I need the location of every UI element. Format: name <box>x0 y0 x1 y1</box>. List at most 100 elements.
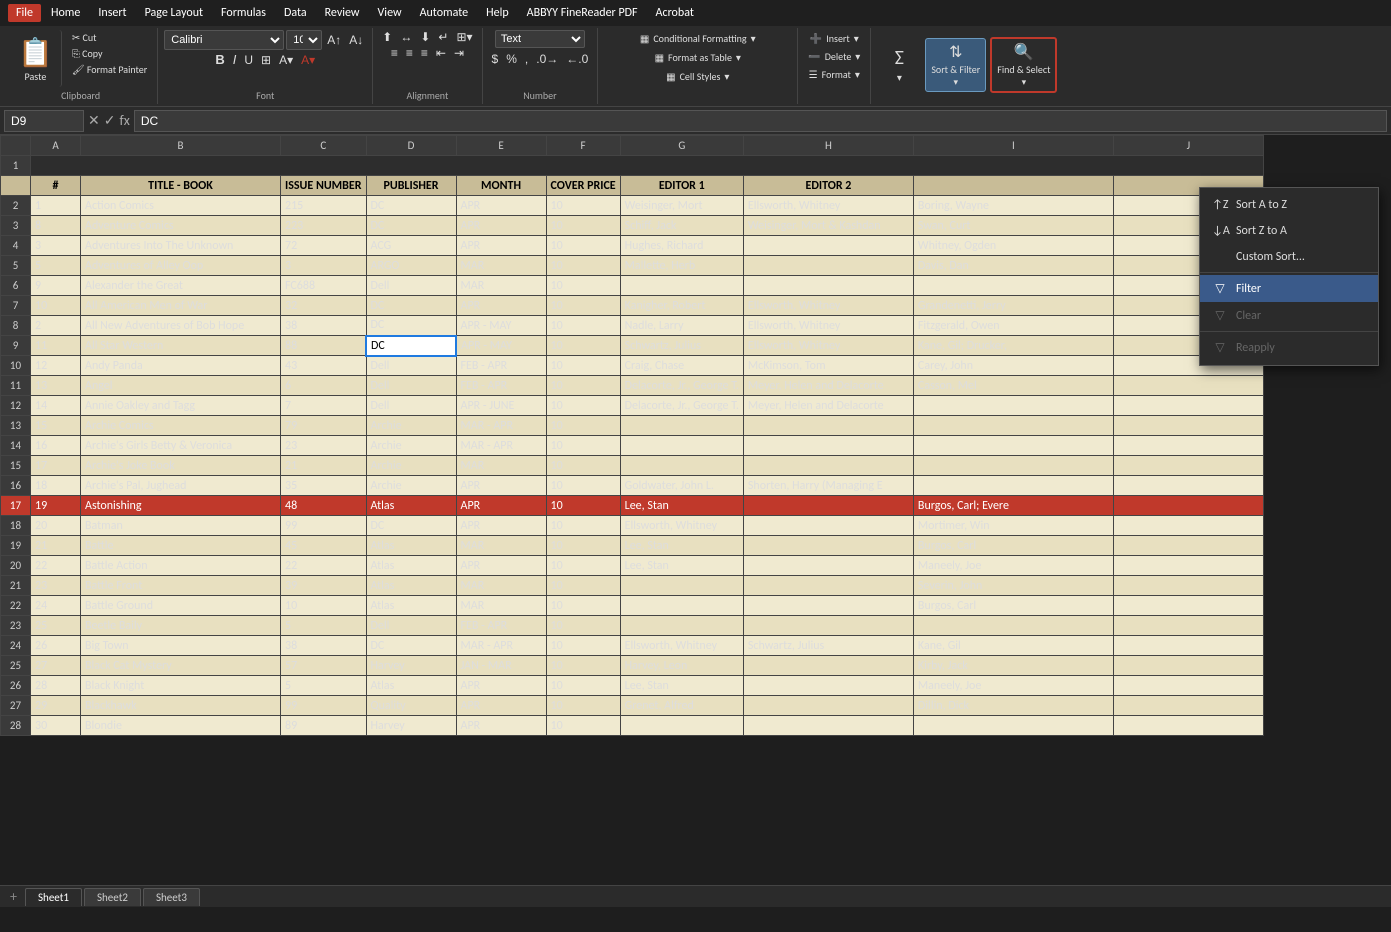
italic-button[interactable]: I <box>230 52 240 67</box>
cell[interactable]: Burgos, Carl; Evere <box>913 496 1113 516</box>
cell[interactable]: MAR - APR <box>456 436 546 456</box>
cell[interactable]: Atlas <box>366 596 456 616</box>
cell[interactable] <box>1113 596 1263 616</box>
cell[interactable]: Action Comics <box>81 196 281 216</box>
align-left-button[interactable]: ≡ <box>388 46 401 60</box>
cell[interactable]: Atlas <box>366 676 456 696</box>
cell[interactable]: APR - JUNE <box>456 396 546 416</box>
cell[interactable] <box>743 556 913 576</box>
cell[interactable]: 88 <box>281 336 367 356</box>
cell[interactable]: FEB - APR <box>456 616 546 636</box>
cell[interactable] <box>620 576 743 596</box>
cell[interactable]: APR - MAY <box>456 336 546 356</box>
menu-help[interactable]: Help <box>478 4 517 22</box>
find-select-button[interactable]: 🔍 Find & Select ▾ <box>990 37 1057 93</box>
cell[interactable]: Archie's Girls Betty & Veronica <box>81 436 281 456</box>
cell[interactable]: Schiff, Jack <box>620 216 743 236</box>
cell[interactable]: 17 <box>31 456 81 476</box>
cell[interactable] <box>743 576 913 596</box>
cell[interactable]: Swan, Curt <box>913 216 1113 236</box>
cell[interactable]: 5 <box>281 616 367 636</box>
cell[interactable]: Blondie <box>81 716 281 736</box>
cell[interactable] <box>1113 436 1263 456</box>
cell[interactable]: DC <box>366 196 456 216</box>
cell[interactable]: Dell <box>366 376 456 396</box>
cell[interactable]: 10 <box>546 396 620 416</box>
cell[interactable]: FEB - APR <box>456 376 546 396</box>
cell[interactable]: MAR <box>456 536 546 556</box>
format-button[interactable]: ☰ Format ▾ <box>805 66 864 83</box>
cell[interactable]: McKimson, Tom <box>743 356 913 376</box>
cell[interactable]: 21 <box>281 456 367 476</box>
cell[interactable]: Harvey <box>366 716 456 736</box>
format-as-table-button[interactable]: ▦ Format as Table ▾ <box>636 49 760 66</box>
menu-automate[interactable]: Automate <box>412 4 477 22</box>
cell[interactable]: DC <box>366 636 456 656</box>
cut-button[interactable]: ✂ Cut <box>68 30 151 45</box>
cell[interactable]: FC688 <box>281 276 367 296</box>
cell[interactable]: 28 <box>31 676 81 696</box>
cell[interactable]: Annie Oakley and Tagg <box>81 396 281 416</box>
cell[interactable]: 10 <box>546 196 620 216</box>
cell[interactable]: Carey, John <box>913 356 1113 376</box>
cell[interactable]: Hughes, Richard <box>620 236 743 256</box>
cell[interactable] <box>743 456 913 476</box>
cell[interactable] <box>913 396 1113 416</box>
cell[interactable]: 13 <box>31 376 81 396</box>
cell[interactable] <box>743 596 913 616</box>
cell[interactable]: DC <box>366 316 456 336</box>
cell[interactable]: 5 <box>31 256 81 276</box>
cell[interactable]: Lee, Stan <box>620 556 743 576</box>
cell[interactable]: Battle <box>81 536 281 556</box>
cell[interactable]: Black Cat Mystery <box>81 656 281 676</box>
cell[interactable]: 57 <box>281 656 367 676</box>
insert-function-icon[interactable]: fx <box>119 112 129 129</box>
cell[interactable]: 10 <box>31 296 81 316</box>
cell[interactable] <box>743 656 913 676</box>
cell[interactable]: Angel <box>81 376 281 396</box>
delete-button[interactable]: ➖ Delete ▾ <box>804 48 864 65</box>
sheet-scroll[interactable]: A B C D E F G H I J 1 <box>0 135 1391 885</box>
cell[interactable]: Quality <box>366 696 456 716</box>
menu-review[interactable]: Review <box>317 4 368 22</box>
cell-styles-button[interactable]: ▦ Cell Styles ▾ <box>636 68 760 85</box>
cell[interactable] <box>743 236 913 256</box>
cell[interactable]: Boring, Wayne <box>913 196 1113 216</box>
cell[interactable]: 10 <box>546 616 620 636</box>
border-button[interactable]: ⊞ <box>258 53 274 67</box>
cell[interactable]: APR <box>456 496 546 516</box>
cell[interactable] <box>913 716 1113 736</box>
cell[interactable]: 79 <box>281 416 367 436</box>
cell[interactable]: Maneely, Joe <box>913 676 1113 696</box>
insert-button[interactable]: ➕ Insert ▾ <box>806 30 863 47</box>
cell[interactable]: 21 <box>31 536 81 556</box>
sheet-tab-1[interactable]: Sheet1 <box>25 888 82 906</box>
col-publisher[interactable]: PUBLISHER <box>366 176 456 196</box>
cell[interactable]: Astonishing <box>81 496 281 516</box>
currency-button[interactable]: $ <box>489 52 502 66</box>
cell[interactable]: APR <box>456 476 546 496</box>
menu-view[interactable]: View <box>370 4 410 22</box>
cell[interactable] <box>1113 376 1263 396</box>
cell[interactable]: MAR - APR <box>456 416 546 436</box>
cell[interactable]: Maneely, Joe <box>913 556 1113 576</box>
cell[interactable]: MAR <box>456 456 546 476</box>
cell[interactable]: Andy Panda <box>81 356 281 376</box>
cell[interactable]: APR <box>456 216 546 236</box>
decrease-indent-button[interactable]: ⇤ <box>433 46 449 60</box>
cell[interactable]: Harvey <box>366 656 456 676</box>
cell[interactable]: 12 <box>31 356 81 376</box>
cell[interactable]: APR <box>456 516 546 536</box>
cell[interactable]: Goldwater, John L. <box>620 476 743 496</box>
cell[interactable] <box>620 416 743 436</box>
cell[interactable] <box>743 616 913 636</box>
cell[interactable] <box>913 616 1113 636</box>
cell[interactable]: APR <box>456 716 546 736</box>
cell[interactable]: 48 <box>281 496 367 516</box>
cell[interactable]: 10 <box>546 516 620 536</box>
cell[interactable]: DC <box>366 216 456 236</box>
cell[interactable]: APR - MAY <box>456 316 546 336</box>
increase-indent-button[interactable]: ⇥ <box>451 46 467 60</box>
cell[interactable] <box>620 276 743 296</box>
sort-az-item[interactable]: ↑Z Sort A to Z <box>1200 192 1378 218</box>
